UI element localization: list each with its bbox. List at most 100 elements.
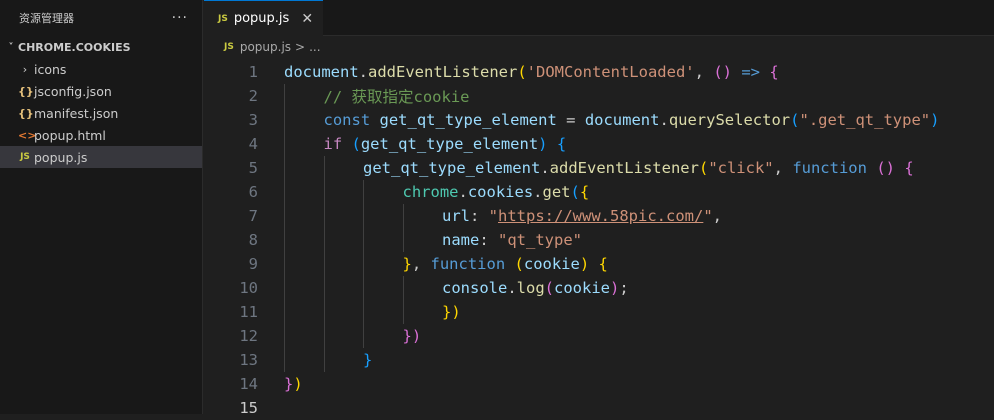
line-number: 11: [239, 303, 258, 321]
indent-guide: [363, 252, 364, 276]
code-line[interactable]: 3 const get_qt_type_element = document.qu…: [204, 108, 994, 132]
indent-guide: [284, 300, 285, 324]
code-token: chrome: [402, 183, 459, 201]
code-line[interactable]: 7 url: "https://www.58pic.com/",: [204, 204, 994, 228]
breadcrumb-separator: >: [295, 40, 306, 54]
explorer-title: 资源管理器: [19, 12, 74, 25]
code-token: =>: [731, 63, 770, 81]
code-line[interactable]: 8 name: "qt_type": [204, 228, 994, 252]
indent-guide: [402, 228, 404, 252]
more-actions-icon[interactable]: ···: [172, 10, 188, 26]
code-token: ): [538, 135, 557, 153]
code-token: .: [507, 279, 517, 297]
code-token: :: [479, 231, 498, 249]
code-token: =: [556, 111, 585, 129]
line-number: 15: [239, 399, 258, 417]
folder-section[interactable]: ˅ CHROME.COOKIES: [0, 36, 202, 58]
code-line[interactable]: 11}): [204, 300, 994, 324]
code-token: }: [363, 351, 373, 369]
indent-guide: [284, 276, 285, 300]
close-icon[interactable]: ✕: [301, 11, 313, 27]
tree-item-icons[interactable]: › icons: [0, 58, 202, 80]
code-token: ": [488, 207, 499, 225]
code-token: name: [442, 231, 480, 249]
code-line[interactable]: 10 console.log(cookie);: [204, 276, 994, 300]
indent-guide: [323, 324, 325, 348]
code-line[interactable]: 9}, function (cookie) {: [204, 252, 994, 276]
code-token: "qt_type": [498, 231, 582, 249]
code-content: get_qt_type_element.addEventListener("cl…: [284, 159, 914, 177]
code-token: }): [402, 327, 422, 345]
code-token: }): [442, 303, 461, 321]
code-token: (: [517, 63, 527, 81]
indent-guide: [323, 348, 325, 372]
code-line[interactable]: 4 if (get_qt_type_element) {: [204, 132, 994, 156]
breadcrumb-more[interactable]: ...: [309, 40, 320, 54]
line-number: 7: [248, 207, 258, 225]
explorer-sidebar: 资源管理器 ··· ˅ CHROME.COOKIES › icons {} js…: [0, 0, 203, 414]
code-content: const get_qt_type_element = document.que…: [284, 111, 940, 129]
line-number: 13: [239, 351, 258, 369]
js-icon: JS: [20, 152, 30, 162]
indent-guide: [284, 324, 285, 348]
code-line[interactable]: 13}: [204, 348, 994, 372]
code-token: ,: [773, 159, 793, 177]
chevron-right-icon: ›: [22, 62, 28, 76]
indent-guide: [323, 300, 325, 324]
indent-guide: [284, 348, 285, 372]
code-editor[interactable]: 1 document.addEventListener('DOMContentLo…: [204, 60, 994, 420]
code-token: cookies: [467, 183, 534, 201]
code-token: if: [323, 135, 352, 153]
code-line[interactable]: 14}): [204, 372, 994, 396]
indent-guide: [323, 252, 325, 276]
code-line[interactable]: 6 chrome.cookies.get({: [204, 180, 994, 204]
tab-label: popup.js: [233, 11, 290, 26]
line-number: 3: [248, 111, 258, 129]
indent-guide: [323, 228, 325, 252]
code-line[interactable]: 1 document.addEventListener('DOMContentLo…: [204, 60, 994, 84]
code-token: "click": [708, 159, 774, 177]
tree-item-popup-html[interactable]: <> popup.html: [0, 124, 202, 146]
line-number: 12: [239, 327, 258, 345]
code-token: }: [284, 375, 294, 393]
tab-popup-js[interactable]: JS popup.js ✕: [204, 0, 324, 36]
code-token: .: [358, 63, 368, 81]
code-line[interactable]: 5 get_qt_type_element.addEventListener("c…: [204, 156, 994, 180]
code-token: 'DOMContentLoaded': [526, 63, 695, 81]
code-token: log: [516, 279, 545, 297]
indent-guide: [402, 276, 404, 300]
indent-guide: [284, 180, 285, 204]
code-token: .: [659, 111, 669, 129]
indent-guide: [363, 300, 364, 324]
line-number: 4: [248, 135, 258, 153]
line-number: 5: [248, 159, 258, 177]
breadcrumb-file[interactable]: popup.js: [240, 40, 291, 54]
code-token: (): [713, 63, 732, 81]
code-line[interactable]: 2 // 获取指定cookie: [204, 84, 994, 108]
code-content: document.addEventListener('DOMContentLoa…: [284, 63, 779, 81]
code-token: document: [584, 111, 660, 129]
code-token: (): [876, 159, 905, 177]
explorer-header: 资源管理器 ···: [0, 0, 202, 36]
code-token: .: [540, 159, 550, 177]
code-line[interactable]: 15: [204, 396, 994, 420]
indent-guide: [323, 156, 325, 180]
indent-guide: [363, 324, 364, 348]
line-number: 9: [248, 255, 258, 273]
tree-item-popup-js[interactable]: JS popup.js: [0, 146, 202, 168]
breadcrumb: JS popup.js > ...: [204, 36, 994, 58]
code-line[interactable]: 12}): [204, 324, 994, 348]
line-number: 1: [248, 63, 258, 81]
line-number: 6: [248, 183, 258, 201]
code-token: {: [904, 159, 914, 177]
code-token: const: [323, 111, 380, 129]
code-token: addEventListener: [549, 159, 699, 177]
code-token: (: [544, 279, 555, 297]
code-token: cookie: [523, 255, 580, 273]
indent-guide: [323, 204, 325, 228]
tree-item-manifest[interactable]: {} manifest.json: [0, 102, 202, 124]
chevron-down-icon: ˅: [8, 41, 14, 53]
indent-guide: [363, 180, 364, 204]
indent-guide: [284, 228, 285, 252]
tree-item-jsconfig[interactable]: {} jsconfig.json: [0, 80, 202, 102]
